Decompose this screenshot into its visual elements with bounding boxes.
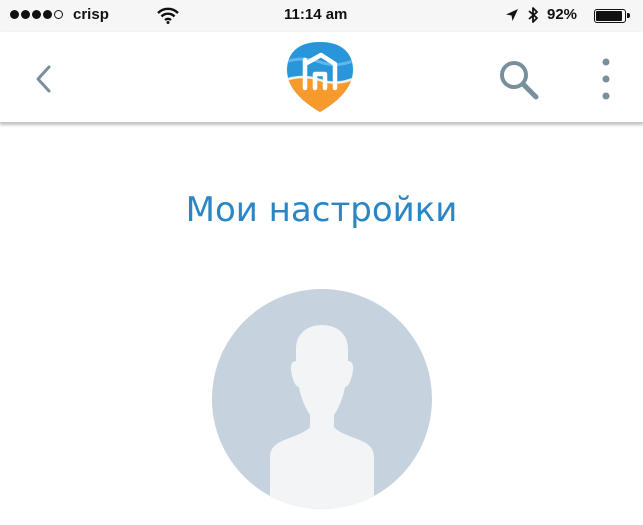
more-vertical-icon[interactable] xyxy=(594,56,618,102)
battery-icon xyxy=(594,9,630,23)
location-arrow-icon xyxy=(506,9,518,21)
avatar[interactable] xyxy=(212,289,432,509)
status-bar: crisp 11:14 am 92% xyxy=(0,0,643,32)
battery-percent: 92% xyxy=(547,6,578,23)
signal-dots-icon xyxy=(10,10,63,19)
carrier-name: crisp xyxy=(73,6,109,23)
clock-time: 11:14 am xyxy=(284,6,348,23)
bluetooth-icon xyxy=(528,7,538,23)
chevron-left-icon[interactable] xyxy=(30,62,60,96)
search-icon[interactable] xyxy=(495,56,541,102)
home-logo-icon xyxy=(287,42,353,112)
page-title: Мои настройки xyxy=(185,190,458,230)
wifi-icon xyxy=(157,7,179,24)
navigation-bar xyxy=(0,32,643,123)
